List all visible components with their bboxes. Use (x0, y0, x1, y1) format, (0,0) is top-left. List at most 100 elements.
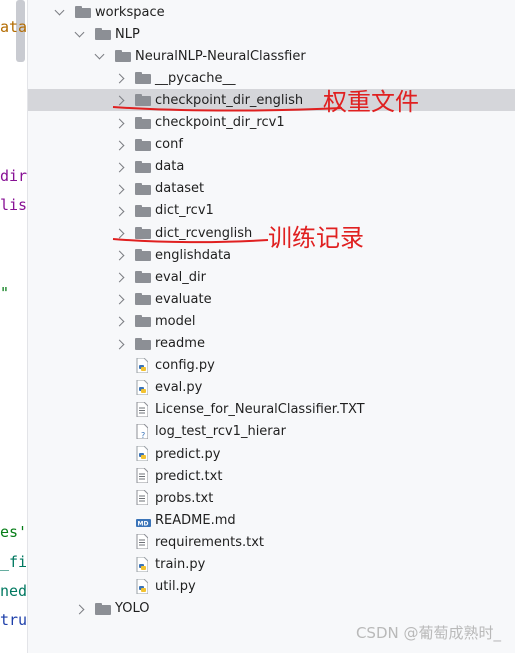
code-line: ned_ (0, 582, 28, 600)
tree-item-probs-txt[interactable]: probs.txt (28, 487, 515, 509)
tree-item-label: model (155, 313, 196, 329)
tree-item-dataset[interactable]: dataset (28, 178, 515, 200)
tree-item-label: predict.txt (155, 468, 223, 484)
tree-item-label: dataset (155, 181, 205, 197)
text-file-icon (136, 467, 149, 484)
tree-item-license-for-neuralclassifier-txt[interactable]: License_for_NeuralClassifier.TXT (28, 399, 515, 421)
tree-item-checkpoint-dir-english[interactable]: checkpoint_dir_english (28, 89, 515, 112)
folder-icon (135, 160, 151, 173)
tree-item-label: englishdata (155, 247, 232, 263)
tree-item-workspace[interactable]: workspace (28, 1, 515, 23)
tree-item-data[interactable]: data (28, 156, 515, 178)
chevron-down-icon[interactable] (94, 49, 105, 60)
python-file-icon-graphic (136, 357, 149, 374)
tree-item-conf[interactable]: conf (28, 134, 515, 156)
tree-item-label: evaluate (155, 291, 212, 307)
tree-item-label: predict.py (155, 446, 221, 462)
python-file-icon-graphic (136, 379, 149, 396)
tree-item-train-py[interactable]: train.py (28, 554, 515, 576)
chevron-right-icon[interactable] (114, 140, 125, 151)
chevron-right-icon[interactable] (114, 316, 125, 327)
python-file-icon (136, 357, 149, 374)
tree-item-neuralnlp-neuralclassfier[interactable]: NeuralNLP-NeuralClassfier (28, 45, 515, 67)
tree-item-label: NLP (115, 26, 140, 42)
code-line: es' (0, 523, 28, 541)
chevron-right-icon[interactable] (114, 118, 125, 128)
tree-item-evaluate[interactable]: evaluate (28, 288, 515, 310)
tree-item-label: probs.txt (155, 490, 214, 506)
tree-item-config-py[interactable]: config.py (28, 355, 515, 377)
tree-item-readme[interactable]: readme (28, 333, 515, 355)
chevron-right-icon[interactable] (114, 339, 125, 349)
chevron-right-icon[interactable] (114, 250, 125, 261)
tree-item-eval-dir[interactable]: eval_dir (28, 266, 515, 288)
tree-item-requirements-txt[interactable]: requirements.txt (28, 531, 515, 553)
code-line: " (0, 284, 10, 302)
training-log-annotation: 训练记录 (268, 224, 364, 252)
tree-item-model[interactable]: model (28, 310, 515, 332)
watermark: CSDN @葡萄成熟时_ (355, 624, 501, 642)
tree-item-eval-py[interactable]: eval.py (28, 377, 515, 399)
tree-item-pycache[interactable]: __pycache__ (28, 67, 515, 89)
tree-item-label: data (155, 159, 185, 175)
folder-icon (135, 337, 151, 350)
tree-item-predict-py[interactable]: predict.py (28, 443, 515, 465)
tree-item-label: config.py (155, 358, 215, 374)
tree-item-label: conf (155, 137, 183, 153)
code-line: ata, (0, 18, 28, 36)
python-file-icon-graphic (136, 556, 149, 572)
tree-item-yolo[interactable]: YOLO (28, 598, 515, 620)
code-editor-strip: ata, dir_lis " es' _fi ned_truc (0, 0, 28, 653)
tree-item-label: dict_rcvenglish (155, 225, 253, 241)
folder-icon (95, 28, 111, 41)
folder-icon (95, 602, 111, 615)
folder-icon (135, 271, 151, 284)
text-file-icon-graphic (136, 401, 149, 418)
tree-item-label: readme (155, 336, 205, 351)
text-file-icon-graphic (136, 533, 149, 550)
chevron-right-icon[interactable] (114, 206, 125, 217)
chevron-right-icon[interactable] (74, 604, 85, 615)
tree-item-label: License_for_NeuralClassifier.TXT (155, 402, 365, 418)
chevron-right-icon[interactable] (114, 228, 125, 239)
python-file-icon (136, 556, 149, 572)
tree-item-label: checkpoint_dir_english (155, 92, 304, 108)
chevron-down-icon[interactable] (54, 5, 65, 16)
tree-item-nlp[interactable]: NLP (28, 23, 515, 45)
tree-item-label: requirements.txt (155, 534, 265, 550)
markdown-file-icon: MD (136, 512, 151, 528)
tree-item-readme-md[interactable]: MD README.md (28, 509, 515, 531)
tree-item-util-py[interactable]: util.py (28, 576, 515, 598)
code-line: dir_ (0, 167, 28, 185)
folder-icon (135, 116, 151, 129)
unknown-file-icon-graphic: ? (136, 423, 149, 440)
chevron-down-icon[interactable] (74, 27, 85, 38)
tree-item-label: checkpoint_dir_rcv1 (155, 115, 285, 130)
text-file-icon-graphic (136, 467, 149, 484)
chevron-right-icon[interactable] (114, 73, 125, 84)
folder-icon (135, 315, 151, 328)
tree-item-label: train.py (155, 557, 206, 572)
folder-icon (135, 72, 151, 85)
chevron-right-icon[interactable] (114, 162, 125, 173)
tree-item-label: log_test_rcv1_hierar (155, 424, 286, 440)
python-file-icon-graphic (136, 445, 149, 462)
chevron-right-icon[interactable] (114, 272, 125, 283)
tree-item-predict-txt[interactable]: predict.txt (28, 465, 515, 487)
svg-text:?: ? (141, 431, 145, 439)
tree-item-log-test-rcv1-hierar[interactable]: ? log_test_rcv1_hierar (28, 421, 515, 443)
chevron-right-icon[interactable] (114, 184, 125, 195)
markdown-file-icon-graphic: MD (136, 519, 151, 528)
folder-icon (135, 204, 151, 217)
folder-icon (135, 182, 151, 195)
folder-icon (75, 6, 91, 18)
folder-icon (115, 50, 131, 63)
tree-item-checkpoint-dir-rcv1[interactable]: checkpoint_dir_rcv1 (28, 112, 515, 134)
chevron-right-icon[interactable] (114, 294, 125, 305)
folder-icon (135, 249, 151, 262)
chevron-right-icon[interactable] (114, 95, 125, 106)
python-file-icon (136, 445, 149, 462)
folder-icon (135, 94, 151, 107)
folder-icon (135, 293, 151, 306)
python-file-icon (136, 379, 149, 396)
